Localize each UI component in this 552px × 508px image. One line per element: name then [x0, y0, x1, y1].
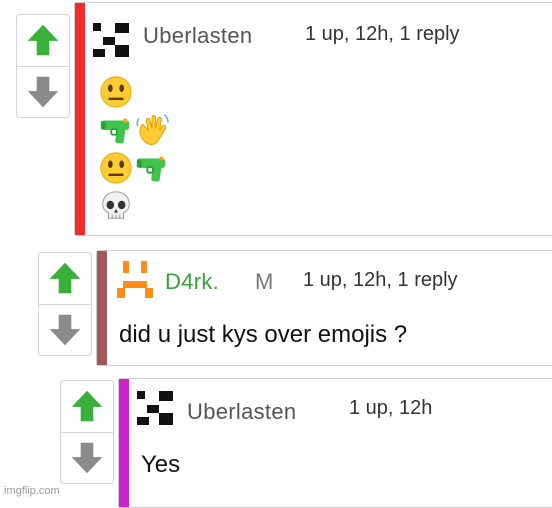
- comment-text: Yes: [141, 451, 181, 478]
- imgflip-watermark: imgflip.com: [4, 485, 60, 497]
- comment-text: did u just kys over emojis ?: [119, 321, 408, 348]
- comment-thread-stripe: [97, 251, 107, 365]
- comment-thread-stripe: [75, 3, 85, 235]
- upvote-arrow-icon: [25, 22, 61, 58]
- emoji-line: [99, 189, 133, 225]
- upvote-arrow-icon: [69, 388, 105, 424]
- upvote-button[interactable]: [39, 253, 91, 303]
- comment-card: Uberlasten 1 up, 12h, 1 reply: [74, 2, 552, 236]
- comment-meta: 1 up, 12h, 1 reply: [303, 269, 458, 291]
- comment-body: [99, 75, 249, 235]
- comment-card: Uberlasten 1 up, 12h Yes: [118, 378, 552, 508]
- comment-thread-stripe: [119, 379, 129, 507]
- emoji-line: [99, 75, 133, 111]
- emoji-line: [99, 113, 169, 149]
- emoji-line: [99, 151, 169, 187]
- downvote-button[interactable]: [17, 67, 69, 117]
- comment-username[interactable]: Uberlasten: [187, 399, 296, 425]
- comment-username[interactable]: Uberlasten: [143, 23, 252, 49]
- water-pistol-emoji-icon: [135, 151, 169, 185]
- sad-face-avatar-icon[interactable]: [115, 261, 155, 301]
- neutral-face-emoji-icon: [99, 75, 133, 109]
- water-pistol-emoji-icon: [99, 113, 133, 147]
- downvote-button[interactable]: [61, 433, 113, 483]
- downvote-arrow-icon: [47, 312, 83, 348]
- neutral-face-emoji-icon: [99, 151, 133, 185]
- comment-meta: 1 up, 12h: [349, 397, 433, 419]
- upvote-button[interactable]: [61, 381, 113, 431]
- comment-card: D4rk. M 1 up, 12h, 1 reply did u just ky…: [96, 250, 552, 366]
- downvote-arrow-icon: [25, 74, 61, 110]
- comment-meta: 1 up, 12h, 1 reply: [305, 23, 460, 45]
- vote-box: [38, 252, 92, 356]
- comment-username[interactable]: D4rk.: [165, 269, 219, 295]
- waving-hand-emoji-icon: [135, 113, 169, 147]
- pixel-avatar-icon[interactable]: [93, 23, 133, 59]
- downvote-button[interactable]: [39, 305, 91, 355]
- user-flair: M: [255, 269, 274, 294]
- downvote-arrow-icon: [69, 440, 105, 476]
- upvote-arrow-icon: [47, 260, 83, 296]
- pixel-avatar-icon[interactable]: [137, 391, 177, 427]
- upvote-button[interactable]: [17, 15, 69, 65]
- skull-emoji-icon: [99, 189, 133, 223]
- vote-box: [16, 14, 70, 118]
- vote-box: [60, 380, 114, 484]
